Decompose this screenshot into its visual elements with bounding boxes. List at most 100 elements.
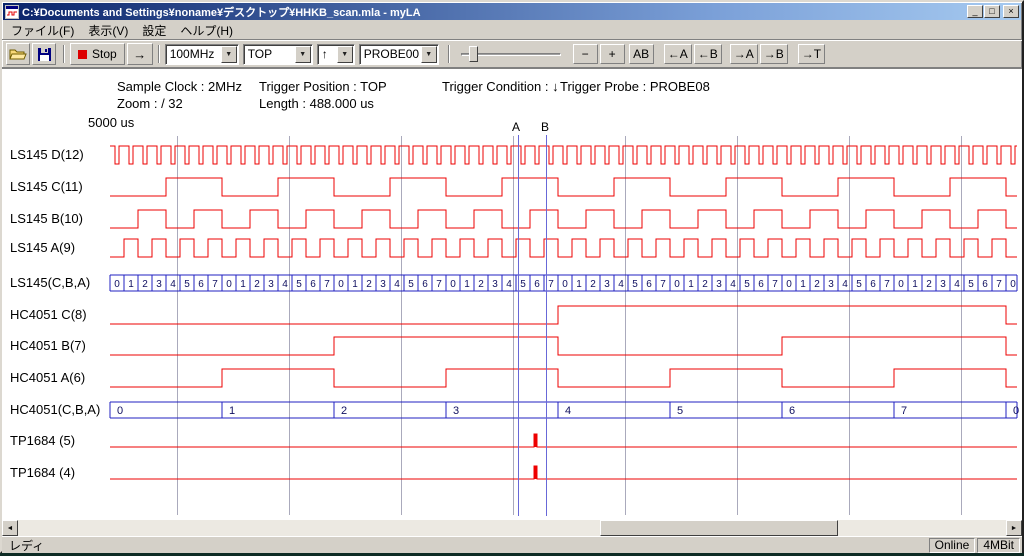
svg-text:5: 5 [968,279,974,290]
save-file-button[interactable] [32,43,56,65]
scrollbar-thumb[interactable] [600,520,838,536]
svg-text:7: 7 [324,279,330,290]
sample-clock-select[interactable]: 100MHz ▼ [165,44,239,65]
chevron-down-icon[interactable]: ▼ [295,46,311,63]
svg-text:5: 5 [296,279,302,290]
run-button[interactable]: → [127,43,153,65]
svg-text:0: 0 [338,279,344,290]
svg-text:0: 0 [562,279,568,290]
trigger-probe-value: PROBE00 [360,47,419,61]
svg-text:4: 4 [282,279,288,290]
svg-text:3: 3 [380,279,386,290]
svg-text:2: 2 [814,279,820,290]
menu-item-view[interactable]: 表示(V) [81,20,135,41]
scroll-left-button[interactable]: ◄ [2,520,18,536]
window-controls: _ □ × [966,5,1019,18]
horizontal-scrollbar[interactable]: ◄ ► [2,520,1022,536]
svg-text:6: 6 [310,279,316,290]
svg-text:5: 5 [632,279,638,290]
svg-text:7: 7 [996,279,1002,290]
svg-text:3: 3 [268,279,274,290]
trigger-position-select[interactable]: TOP ▼ [243,44,313,65]
chevron-down-icon[interactable]: ▼ [421,46,437,63]
titlebar[interactable]: C:¥Documents and Settings¥noname¥デスクトップ¥… [3,3,1021,20]
menu-item-help[interactable]: ヘルプ(H) [173,20,240,41]
svg-text:5: 5 [744,279,750,290]
toolbar-button-goto-trigger[interactable]: →T [798,44,825,64]
svg-text:1: 1 [800,279,806,290]
menu-item-file[interactable]: ファイル(F) [4,20,81,41]
svg-text:1: 1 [352,279,358,290]
window-title: C:¥Documents and Settings¥noname¥デスクトップ¥… [22,4,966,20]
open-file-button[interactable] [6,43,30,65]
svg-text:6: 6 [789,405,795,417]
scroll-right-button[interactable]: ► [1006,520,1022,536]
svg-text:2: 2 [366,279,372,290]
minimize-button[interactable]: _ [967,5,983,18]
chevron-down-icon[interactable]: ▼ [221,46,237,63]
svg-text:6: 6 [870,279,876,290]
trigger-edge-select[interactable]: ↑ ▼ [317,44,355,65]
save-icon [37,47,52,62]
svg-text:7: 7 [660,279,666,290]
menu-item-settings[interactable]: 設定 [135,20,173,41]
toolbar-button-goto-a-left[interactable]: ←A [664,44,692,64]
position-slider[interactable] [461,44,561,64]
svg-text:4: 4 [954,279,960,290]
svg-text:1: 1 [576,279,582,290]
toolbar-button-goto-b-left[interactable]: ←B [694,44,722,64]
trigger-edge-value: ↑ [318,47,335,61]
svg-text:1: 1 [464,279,470,290]
svg-text:1: 1 [688,279,694,290]
svg-text:7: 7 [436,279,442,290]
svg-text:2: 2 [702,279,708,290]
svg-text:0: 0 [1010,279,1016,290]
toolbar-button-zoom-in[interactable]: + [600,44,625,64]
svg-text:6: 6 [198,279,204,290]
svg-text:2: 2 [590,279,596,290]
svg-text:1: 1 [229,405,235,417]
svg-text:5: 5 [520,279,526,290]
svg-text:2: 2 [142,279,148,290]
svg-text:4: 4 [842,279,848,290]
svg-text:1: 1 [912,279,918,290]
online-status-badge: Online [929,538,976,553]
navigation-buttons: −+AB ←A←B →A→B →T [567,44,825,64]
slider-thumb[interactable] [469,46,478,62]
toolbar-button-zoom-ab[interactable]: AB [629,44,654,64]
svg-text:3: 3 [492,279,498,290]
svg-text:5: 5 [184,279,190,290]
toolbar: Stop → 100MHz ▼ TOP ▼ ↑ ▼ PROBE00 ▼ −+AB… [2,40,1022,68]
toolbar-separator [158,45,160,63]
svg-text:5: 5 [856,279,862,290]
svg-text:0: 0 [450,279,456,290]
svg-text:5: 5 [677,405,683,417]
svg-text:3: 3 [156,279,162,290]
stop-button[interactable]: Stop [70,43,125,65]
svg-text:6: 6 [982,279,988,290]
close-button[interactable]: × [1003,5,1019,18]
chevron-down-icon[interactable]: ▼ [337,46,353,63]
toolbar-button-goto-a-right[interactable]: →A [730,44,758,64]
svg-text:6: 6 [534,279,540,290]
svg-text:0: 0 [786,279,792,290]
svg-text:0: 0 [898,279,904,290]
toolbar-button-zoom-out[interactable]: − [573,44,598,64]
svg-text:3: 3 [940,279,946,290]
trigger-probe-select[interactable]: PROBE00 ▼ [359,44,439,65]
svg-text:0: 0 [1013,405,1019,417]
svg-text:4: 4 [730,279,736,290]
stop-icon [78,50,87,59]
toolbar-separator [63,45,65,63]
status-bar: レディ Online 4MBit [2,536,1022,553]
toolbar-button-goto-b-right[interactable]: →B [760,44,788,64]
svg-text:3: 3 [604,279,610,290]
svg-text:4: 4 [170,279,176,290]
maximize-button[interactable]: □ [984,5,1000,18]
svg-text:2: 2 [926,279,932,290]
waveform-area: Sample Clock : 2MHz Trigger Position : T… [2,68,1022,520]
app-window: C:¥Documents and Settings¥noname¥デスクトップ¥… [0,0,1024,553]
toolbar-separator [448,45,450,63]
svg-text:4: 4 [506,279,512,290]
waveform-plot[interactable]: 0123456701234567012345670123456701234567… [2,69,1022,520]
